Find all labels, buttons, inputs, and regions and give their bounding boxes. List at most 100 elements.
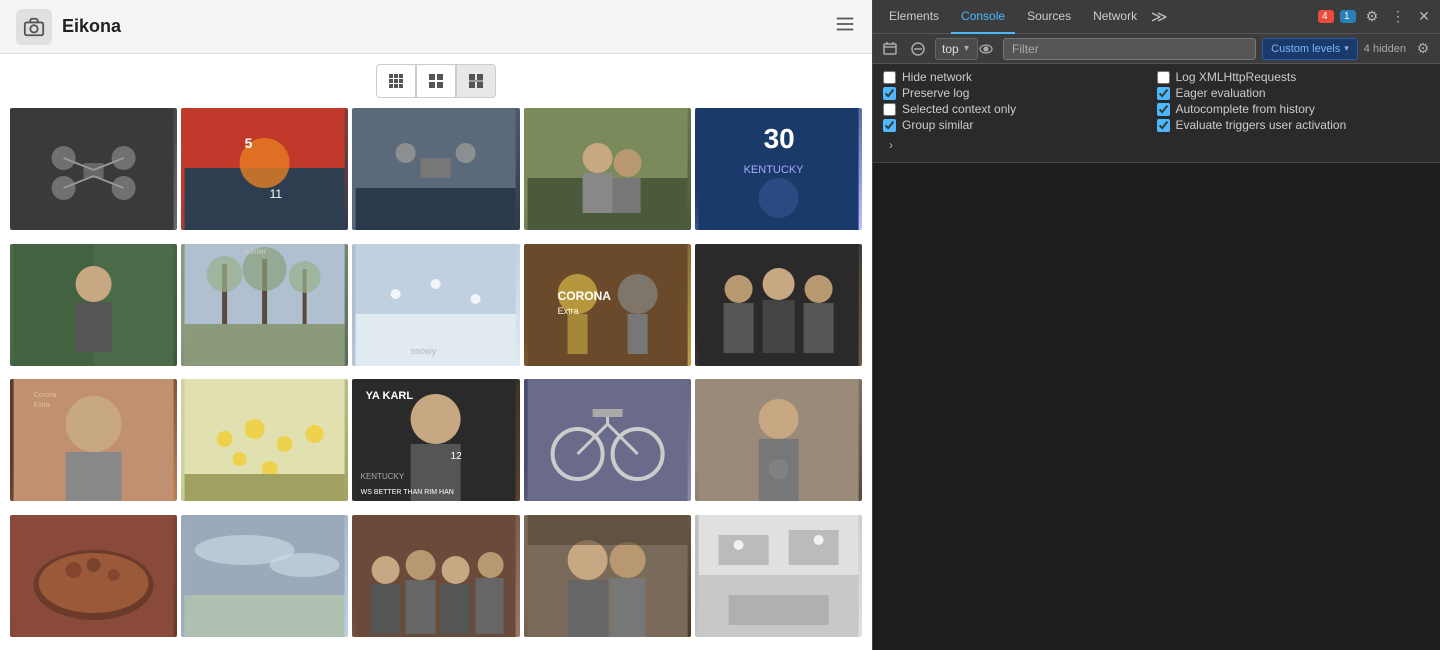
hide-network-label[interactable]: Hide network xyxy=(902,70,972,84)
settings-row-3: Selected context only Autocomplete from … xyxy=(883,102,1430,116)
svg-text:KENTUCKY: KENTUCKY xyxy=(743,164,804,176)
svg-text:Extra: Extra xyxy=(34,402,50,409)
list-item[interactable]: CORONA Extra xyxy=(524,244,691,366)
more-tabs-button[interactable]: ≫ xyxy=(1149,7,1169,27)
list-item[interactable] xyxy=(695,379,862,501)
list-item[interactable]: winter xyxy=(181,244,348,366)
app-header: Eikona xyxy=(0,0,872,54)
image-grid: 5 11 xyxy=(0,104,872,650)
devtools-topbar: Elements Console Sources Network ≫ 4 1 ⚙… xyxy=(873,0,1440,34)
svg-text:12: 12 xyxy=(451,451,463,462)
settings-button[interactable]: ⚙ xyxy=(1362,7,1382,27)
autocomplete-label[interactable]: Autocomplete from history xyxy=(1176,102,1315,116)
small-grid-button[interactable] xyxy=(376,64,416,98)
devtools-toolbar2: top ▾ Custom levels ▾ 4 hidden ⚙ xyxy=(873,34,1440,64)
log-xml-checkbox[interactable] xyxy=(1157,71,1170,84)
list-item[interactable] xyxy=(181,379,348,501)
group-similar-checkbox[interactable] xyxy=(883,119,896,132)
settings-row-1: Hide network Log XMLHttpRequests xyxy=(883,70,1430,84)
list-item[interactable] xyxy=(10,108,177,230)
log-xml-label[interactable]: Log XMLHttpRequests xyxy=(1176,70,1297,84)
settings-col-hide-network: Hide network xyxy=(883,70,1157,84)
list-item[interactable] xyxy=(524,515,691,637)
list-item[interactable]: 5 11 xyxy=(181,108,348,230)
view-controls xyxy=(0,54,872,104)
settings-row-4: Group similar Evaluate triggers user act… xyxy=(883,118,1430,132)
settings-col-eager-eval: Eager evaluation xyxy=(1157,86,1431,100)
hamburger-menu-icon[interactable] xyxy=(834,13,856,41)
group-similar-label[interactable]: Group similar xyxy=(902,118,973,132)
close-devtools-button[interactable]: ✕ xyxy=(1414,7,1434,27)
filter-input[interactable] xyxy=(1003,38,1256,60)
error-badge: 4 xyxy=(1318,10,1334,23)
list-item[interactable] xyxy=(352,108,519,230)
app-title: Eikona xyxy=(62,16,121,37)
list-item[interactable]: 30 KENTUCKY xyxy=(695,108,862,230)
list-item[interactable] xyxy=(524,379,691,501)
settings-col-selected-ctx: Selected context only xyxy=(883,102,1157,116)
app-logo-area: Eikona xyxy=(16,9,121,45)
hidden-count-label: 4 hidden xyxy=(1364,43,1406,55)
preserve-log-checkbox[interactable] xyxy=(883,87,896,100)
list-item[interactable] xyxy=(10,515,177,637)
settings-col-log-xml: Log XMLHttpRequests xyxy=(1157,70,1431,84)
devtools-tabs: Elements Console Sources Network ≫ xyxy=(879,0,1169,34)
preserve-log-label[interactable]: Preserve log xyxy=(902,86,969,100)
medium-grid-button[interactable] xyxy=(416,64,456,98)
devtools-panel: Elements Console Sources Network ≫ 4 1 ⚙… xyxy=(872,0,1440,650)
tab-network[interactable]: Network xyxy=(1083,0,1147,34)
selected-ctx-label[interactable]: Selected context only xyxy=(902,102,1016,116)
list-item[interactable] xyxy=(524,108,691,230)
svg-text:5: 5 xyxy=(245,135,253,151)
eval-triggers-label[interactable]: Evaluate triggers user activation xyxy=(1176,118,1347,132)
list-item[interactable] xyxy=(10,244,177,366)
svg-text:30: 30 xyxy=(763,123,794,154)
large-grid-button[interactable] xyxy=(456,64,496,98)
warning-badge: 1 xyxy=(1340,10,1356,23)
svg-text:YA KARL: YA KARL xyxy=(366,390,414,402)
more-options-button[interactable]: ⋮ xyxy=(1388,7,1408,27)
autocomplete-checkbox[interactable] xyxy=(1157,103,1170,116)
svg-text:11: 11 xyxy=(270,187,283,201)
list-item[interactable] xyxy=(352,515,519,637)
camera-icon xyxy=(16,9,52,45)
console-content[interactable] xyxy=(873,163,1440,650)
settings-col-group-similar: Group similar xyxy=(883,118,1157,132)
eval-triggers-checkbox[interactable] xyxy=(1157,119,1170,132)
filter-input-wrap xyxy=(1003,38,1256,60)
app-area: Eikona xyxy=(0,0,872,650)
settings-col-preserve-log: Preserve log xyxy=(883,86,1157,100)
tab-sources[interactable]: Sources xyxy=(1017,0,1081,34)
eye-button[interactable] xyxy=(975,38,997,60)
list-item[interactable] xyxy=(695,515,862,637)
tab-elements[interactable]: Elements xyxy=(879,0,949,34)
custom-levels-dropdown-arrow: ▾ xyxy=(1344,43,1349,54)
list-item[interactable]: YA KARL WS BETTER THAN RIM HAN KENTUCKY … xyxy=(352,379,519,501)
devtools-topbar-actions: 4 1 ⚙ ⋮ ✕ xyxy=(1318,7,1434,27)
settings-col-eval-triggers: Evaluate triggers user activation xyxy=(1157,118,1431,132)
list-item[interactable] xyxy=(181,515,348,637)
clear-console-button[interactable] xyxy=(879,38,901,60)
settings-col-autocomplete: Autocomplete from history xyxy=(1157,102,1431,116)
eager-eval-label[interactable]: Eager evaluation xyxy=(1176,86,1266,100)
settings-area: Hide network Log XMLHttpRequests Preserv… xyxy=(873,64,1440,163)
svg-text:Corona: Corona xyxy=(34,392,57,399)
list-item[interactable] xyxy=(695,244,862,366)
custom-levels-button[interactable]: Custom levels ▾ xyxy=(1262,38,1358,60)
context-select-input[interactable]: top xyxy=(935,38,978,60)
svg-text:snowy: snowy xyxy=(411,346,437,356)
list-item[interactable]: snowy xyxy=(352,244,519,366)
console-settings-button[interactable]: ⚙ xyxy=(1412,38,1434,60)
svg-text:CORONA: CORONA xyxy=(557,289,611,303)
no-entry-button[interactable] xyxy=(907,38,929,60)
context-selector[interactable]: top ▾ xyxy=(935,38,969,60)
selected-ctx-checkbox[interactable] xyxy=(883,103,896,116)
tab-console[interactable]: Console xyxy=(951,0,1015,34)
settings-row-2: Preserve log Eager evaluation xyxy=(883,86,1430,100)
more-settings-button[interactable]: › xyxy=(883,134,1430,156)
list-item[interactable]: Corona Extra xyxy=(10,379,177,501)
hide-network-checkbox[interactable] xyxy=(883,71,896,84)
svg-text:KENTUCKY: KENTUCKY xyxy=(361,472,405,481)
eager-eval-checkbox[interactable] xyxy=(1157,87,1170,100)
svg-text:winter: winter xyxy=(244,247,267,256)
